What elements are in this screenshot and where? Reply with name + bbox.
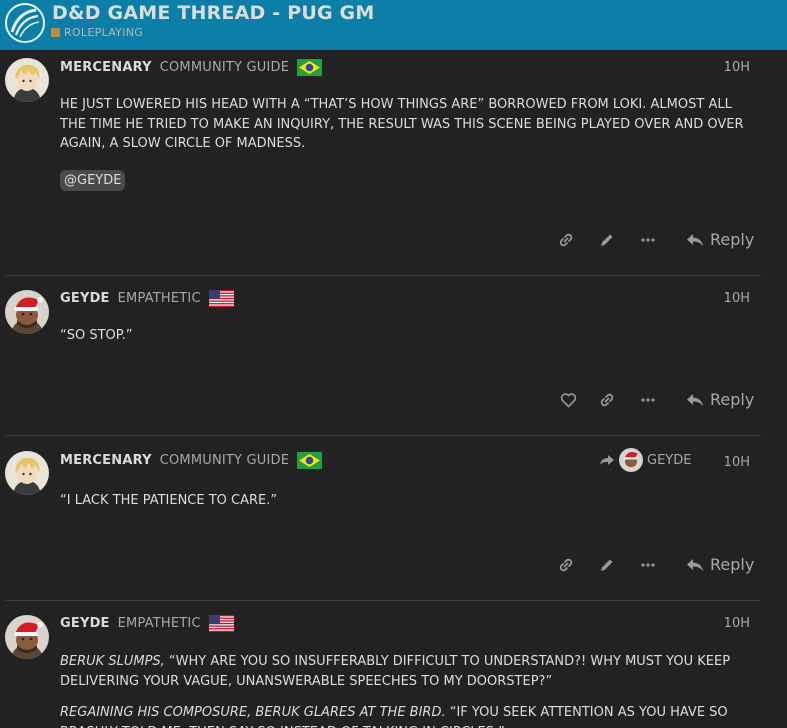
username[interactable]: MERCENARY: [60, 60, 152, 75]
avatar[interactable]: [5, 58, 49, 102]
brazil-flag-icon: [297, 452, 323, 469]
copy-link-icon[interactable]: [554, 228, 578, 252]
post-actions: Reply: [0, 228, 787, 252]
like-heart-icon[interactable]: [556, 388, 580, 412]
post-paragraph: “I LACK THE PATIENCE TO CARE.”: [60, 493, 278, 508]
post-meta: MERCENARY COMMUNITY GUIDE: [60, 59, 323, 76]
username[interactable]: GEYDE: [60, 616, 110, 631]
reply-label: Reply: [710, 390, 755, 409]
post-paragraph: REGAINING HIS COMPOSURE, BERUK GLARES AT…: [60, 703, 760, 728]
post-actions: Reply: [0, 388, 787, 412]
reply-to-indicator[interactable]: GEYDE: [599, 448, 691, 472]
avatar[interactable]: [5, 615, 49, 659]
more-options-icon[interactable]: [636, 228, 660, 252]
reply-button[interactable]: Reply: [686, 390, 754, 409]
geyde-avatar-icon: [619, 448, 643, 472]
user-title: EMPATHETIC: [117, 291, 201, 306]
post-meta: GEYDE EMPATHETIC: [60, 615, 234, 632]
edit-pencil-icon[interactable]: [595, 553, 619, 577]
more-options-icon[interactable]: [636, 553, 660, 577]
action-text: REGAINING HIS COMPOSURE, BERUK GLARES AT…: [60, 705, 446, 720]
post-date[interactable]: 10H: [700, 455, 750, 470]
post-body: “I LACK THE PATIENCE TO CARE.”: [60, 491, 760, 523]
post-body: “SO STOP.”: [60, 326, 760, 358]
username[interactable]: MERCENARY: [60, 453, 152, 468]
post-paragraph: HE JUST LOWERED HIS HEAD WITH A “THAT’S …: [60, 97, 744, 151]
thread-title[interactable]: D&D GAME THREAD - PUG GM: [52, 2, 374, 24]
post-meta: GEYDE EMPATHETIC: [60, 290, 234, 307]
post-divider: [5, 435, 761, 436]
reply-arrow-icon: [687, 393, 703, 406]
geyde-avatar-icon: [5, 290, 49, 334]
usa-flag-icon: [208, 290, 234, 307]
action-text: BERUK SLUMPS,: [60, 654, 165, 669]
mercenary-avatar-icon: [5, 451, 49, 495]
post-divider: [5, 600, 761, 601]
post-actions: Reply: [0, 553, 787, 577]
copy-link-icon[interactable]: [595, 388, 619, 412]
post-meta: MERCENARY COMMUNITY GUIDE: [60, 452, 323, 469]
user-title: COMMUNITY GUIDE: [159, 60, 290, 75]
post-paragraph: BERUK SLUMPS, “WHY ARE YOU SO INSUFFERAB…: [60, 652, 760, 691]
user-mention[interactable]: @GEYDE: [60, 169, 126, 191]
usa-flag-icon: [208, 615, 234, 632]
reply-label: Reply: [710, 555, 755, 574]
reply-arrow-icon: [687, 233, 703, 246]
post-date[interactable]: 10H: [700, 60, 750, 75]
mercenary-avatar-icon: [5, 58, 49, 102]
category-badge[interactable]: ROLEPLAYING: [51, 26, 143, 39]
post-paragraph: “SO STOP.”: [60, 328, 133, 343]
post-date[interactable]: 10H: [700, 616, 750, 631]
copy-link-icon[interactable]: [554, 553, 578, 577]
category-label: ROLEPLAYING: [64, 26, 144, 39]
post-date[interactable]: 10H: [700, 291, 750, 306]
more-options-icon[interactable]: [636, 388, 660, 412]
reply-to-username: GEYDE: [647, 452, 692, 468]
geyde-avatar-icon: [5, 615, 49, 659]
post-body: BERUK SLUMPS, “WHY ARE YOU SO INSUFFERAB…: [60, 652, 760, 728]
reply-to-avatar: [619, 448, 643, 472]
category-color-swatch: [51, 28, 60, 37]
reply-to-arrow-icon: [600, 455, 614, 465]
site-logo-icon[interactable]: [4, 2, 46, 44]
post-divider: [5, 275, 761, 276]
reply-label: Reply: [710, 230, 755, 249]
brazil-flag-icon: [297, 59, 323, 76]
user-title: EMPATHETIC: [117, 616, 201, 631]
reply-button[interactable]: Reply: [686, 230, 754, 249]
user-title: COMMUNITY GUIDE: [159, 453, 290, 468]
username[interactable]: GEYDE: [60, 291, 110, 306]
edit-pencil-icon[interactable]: [595, 228, 619, 252]
reply-arrow-icon: [687, 558, 703, 571]
topic-header: D&D GAME THREAD - PUG GM ROLEPLAYING: [0, 0, 787, 50]
avatar[interactable]: [5, 290, 49, 334]
post-body: HE JUST LOWERED HIS HEAD WITH A “THAT’S …: [60, 95, 760, 191]
reply-button[interactable]: Reply: [686, 555, 754, 574]
avatar[interactable]: [5, 451, 49, 495]
